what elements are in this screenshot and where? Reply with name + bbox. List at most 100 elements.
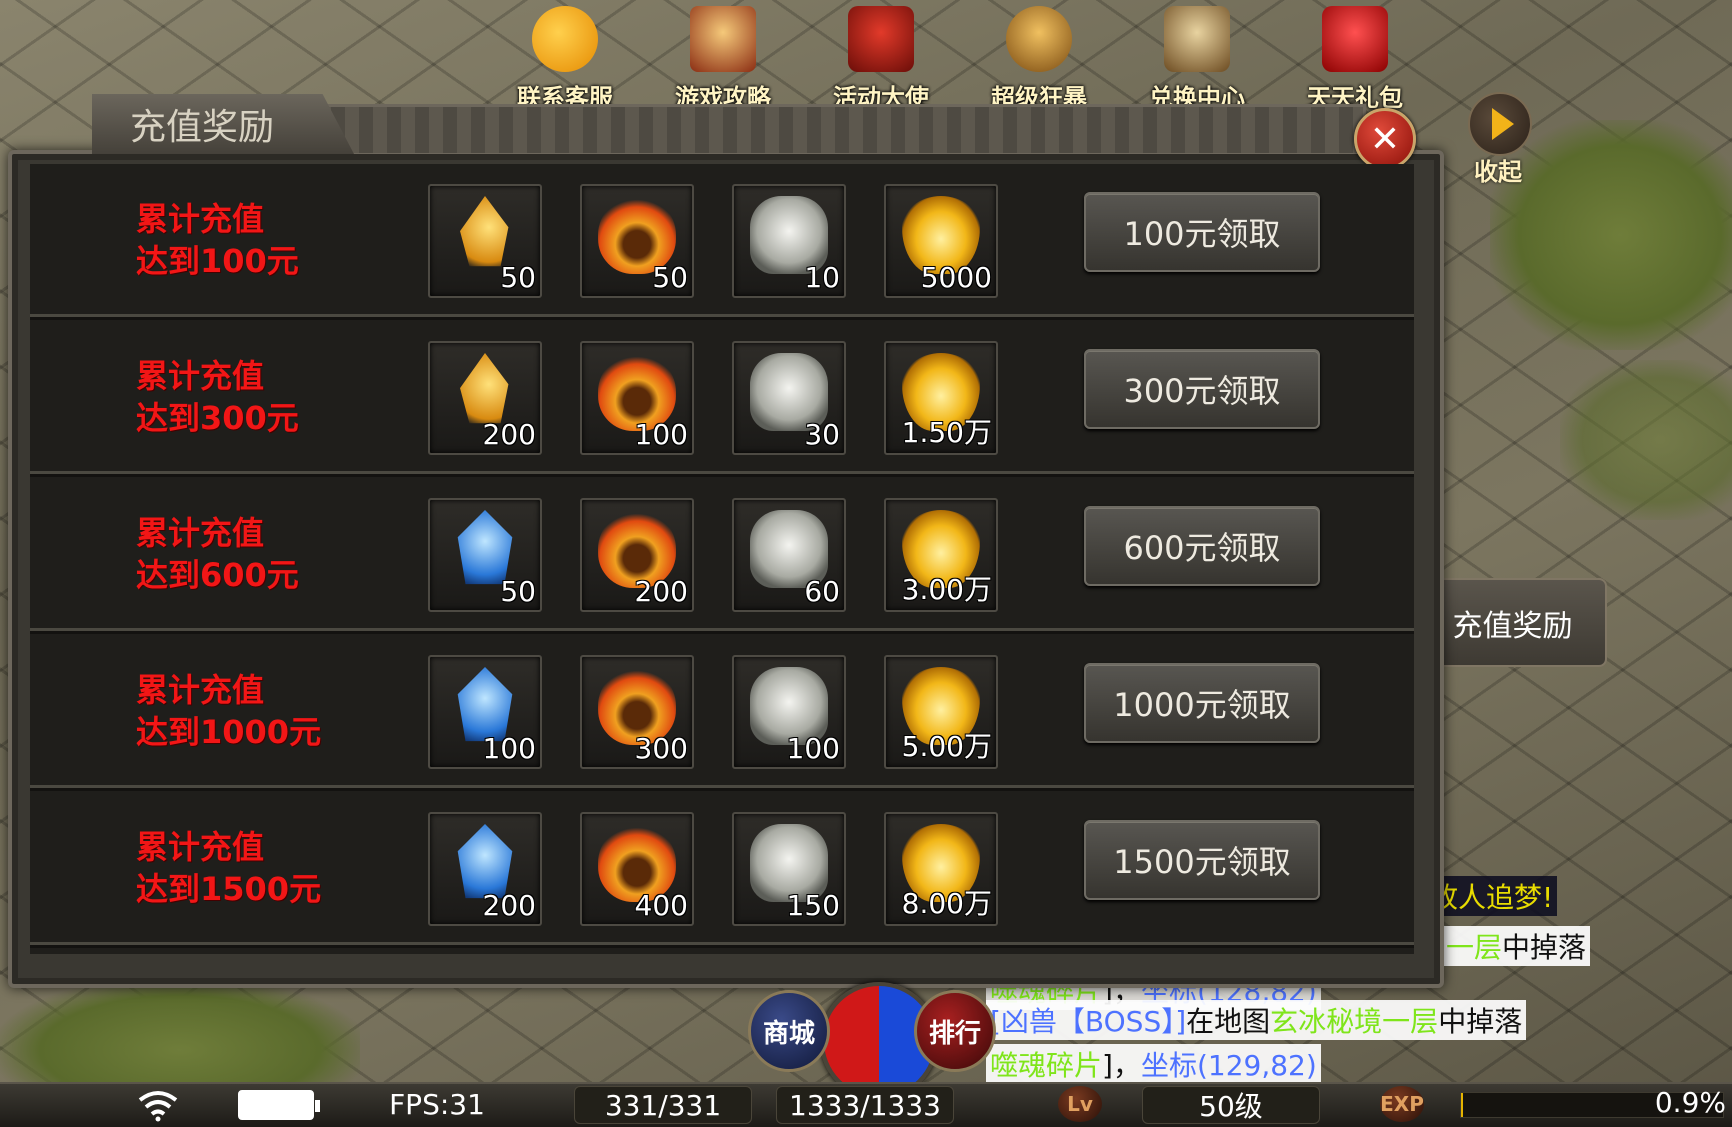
item-quantity: 30 bbox=[804, 418, 840, 451]
grass-patch bbox=[1560, 360, 1732, 520]
panel-title: 充值奖励 bbox=[92, 94, 354, 154]
side-tab-recharge-reward[interactable]: 充值奖励 bbox=[1420, 578, 1607, 667]
claim-button[interactable]: 1500元领取 bbox=[1084, 820, 1320, 900]
item-quantity: 400 bbox=[634, 889, 688, 922]
crossed-swords-shield-icon bbox=[848, 6, 914, 72]
level-icon: Lv bbox=[1058, 1086, 1102, 1122]
reward-item-slot[interactable]: 200 bbox=[580, 498, 694, 612]
condition-line: 达到100元 bbox=[136, 242, 299, 280]
item-quantity: 200 bbox=[482, 418, 536, 451]
reward-item-slot[interactable]: 100 bbox=[580, 341, 694, 455]
claim-button[interactable]: 1000元领取 bbox=[1084, 663, 1320, 743]
condition-line: 达到1500元 bbox=[136, 870, 322, 908]
gift-box-icon bbox=[1322, 6, 1388, 72]
reward-item-slot[interactable]: 5000 bbox=[884, 184, 998, 298]
item-quantity: 150 bbox=[786, 889, 840, 922]
panel-decor-band bbox=[300, 104, 1366, 153]
item-quantity: 8.00万 bbox=[901, 887, 992, 920]
reward-item-slot[interactable]: 100 bbox=[732, 655, 846, 769]
reward-item-slot[interactable]: 10 bbox=[732, 184, 846, 298]
reward-condition: 累计充值 达到300元 bbox=[136, 355, 299, 439]
reward-item-slot[interactable]: 400 bbox=[580, 812, 694, 926]
condition-line: 累计充值 bbox=[136, 200, 265, 238]
item-quantity: 5.00万 bbox=[901, 730, 992, 763]
contact-service-button[interactable]: 联系客服 bbox=[500, 0, 630, 112]
collapse-button[interactable]: 收起 bbox=[1458, 92, 1538, 186]
game-guide-button[interactable]: 游戏攻略 bbox=[658, 0, 788, 112]
super-mode-button[interactable]: 超级狂暴 bbox=[974, 0, 1104, 112]
item-quantity: 100 bbox=[482, 732, 536, 765]
condition-line: 累计充值 bbox=[136, 357, 265, 395]
wifi-icon bbox=[138, 1091, 178, 1122]
shop-button[interactable]: 商城 bbox=[748, 990, 830, 1072]
condition-line: 达到300元 bbox=[136, 399, 299, 437]
item-quantity: 50 bbox=[500, 261, 536, 294]
reward-row: 累计充值 达到300元 200 100 30 1.50万 300元领取 bbox=[30, 321, 1414, 474]
exp-percent: 0.9% bbox=[1654, 1086, 1726, 1119]
reward-item-slot[interactable]: 5.00万 bbox=[884, 655, 998, 769]
reward-list: 累计充值 达到100元 50 50 10 5000 100元领取 累计充值 达到… bbox=[30, 164, 1414, 954]
mp-value: 1333/1333 bbox=[776, 1086, 954, 1124]
item-quantity: 100 bbox=[786, 732, 840, 765]
golden-helmet-icon bbox=[1006, 6, 1072, 72]
reward-item-slot[interactable]: 50 bbox=[428, 184, 542, 298]
item-quantity: 100 bbox=[634, 418, 688, 451]
scroll-icon bbox=[1164, 6, 1230, 72]
close-icon: ✕ bbox=[1369, 118, 1401, 160]
ranking-button[interactable]: 排行 bbox=[914, 990, 996, 1072]
item-quantity: 200 bbox=[482, 889, 536, 922]
reward-item-slot[interactable]: 300 bbox=[580, 655, 694, 769]
close-button[interactable]: ✕ bbox=[1354, 108, 1416, 170]
reward-row: 累计充值 达到600元 50 200 60 3.00万 600元领取 bbox=[30, 478, 1414, 631]
item-quantity: 60 bbox=[804, 575, 840, 608]
condition-line: 累计充值 bbox=[136, 828, 265, 866]
reward-item-slot[interactable]: 200 bbox=[428, 812, 542, 926]
reward-item-slot[interactable]: 150 bbox=[732, 812, 846, 926]
reward-item-slot[interactable]: 50 bbox=[428, 498, 542, 612]
top-icon-bar: 联系客服 游戏攻略 活动大使 超级狂暴 兑换中心 天天礼包 bbox=[500, 0, 1420, 112]
reward-condition: 累计充值 达到1500元 bbox=[136, 826, 321, 910]
item-quantity: 10 bbox=[804, 261, 840, 294]
battery-icon bbox=[238, 1090, 320, 1120]
chat-line: 故人追梦! bbox=[1426, 876, 1558, 916]
reward-item-slot[interactable]: 50 bbox=[580, 184, 694, 298]
item-quantity: 200 bbox=[634, 575, 688, 608]
chat-line: [凶兽【BOSS】]在地图玄冰秘境一层中掉落 bbox=[986, 1000, 1527, 1040]
reward-item-slot[interactable]: 100 bbox=[428, 655, 542, 769]
item-quantity: 300 bbox=[634, 732, 688, 765]
reward-item-slot[interactable]: 1.50万 bbox=[884, 341, 998, 455]
condition-line: 达到1000元 bbox=[136, 713, 322, 751]
claim-button[interactable]: 100元领取 bbox=[1084, 192, 1320, 272]
item-quantity: 3.00万 bbox=[901, 573, 992, 606]
reward-item-slot[interactable]: 60 bbox=[732, 498, 846, 612]
item-quantity: 1.50万 bbox=[901, 416, 992, 449]
gift-pack-button[interactable]: 天天礼包 bbox=[1290, 0, 1420, 112]
chat-bubble-icon bbox=[532, 6, 598, 72]
hp-value: 331/331 bbox=[574, 1086, 752, 1124]
level-value: 50级 bbox=[1142, 1086, 1320, 1124]
item-quantity: 50 bbox=[652, 261, 688, 294]
event-button[interactable]: 活动大使 bbox=[816, 0, 946, 112]
reward-item-slot[interactable]: 200 bbox=[428, 341, 542, 455]
reward-row: 累计充值 达到100元 50 50 10 5000 100元领取 bbox=[30, 164, 1414, 317]
chat-line: 一层中掉落 bbox=[1442, 926, 1591, 966]
exp-icon: EXP bbox=[1380, 1086, 1424, 1122]
claim-button[interactable]: 600元领取 bbox=[1084, 506, 1320, 586]
condition-line: 累计充值 bbox=[136, 514, 265, 552]
exchange-button[interactable]: 兑换中心 bbox=[1132, 0, 1262, 112]
reward-item-slot[interactable]: 30 bbox=[732, 341, 846, 455]
condition-line: 达到600元 bbox=[136, 556, 299, 594]
fps-counter: FPS:31 bbox=[389, 1087, 485, 1121]
claim-button[interactable]: 300元领取 bbox=[1084, 349, 1320, 429]
arrow-right-icon bbox=[1468, 92, 1532, 156]
reward-condition: 累计充值 达到600元 bbox=[136, 512, 299, 596]
reward-item-slot[interactable]: 3.00万 bbox=[884, 498, 998, 612]
reward-row: 累计充值 达到1000元 100 300 100 5.00万 1000元领取 bbox=[30, 635, 1414, 788]
item-quantity: 50 bbox=[500, 575, 536, 608]
book-icon bbox=[690, 6, 756, 72]
item-quantity: 5000 bbox=[920, 261, 992, 294]
reward-item-slot[interactable]: 8.00万 bbox=[884, 812, 998, 926]
condition-line: 累计充值 bbox=[136, 671, 265, 709]
exp-bar-fill bbox=[1461, 1093, 1464, 1117]
chat-line: 噬魂碎片]，坐标(129,82) bbox=[986, 1044, 1321, 1084]
